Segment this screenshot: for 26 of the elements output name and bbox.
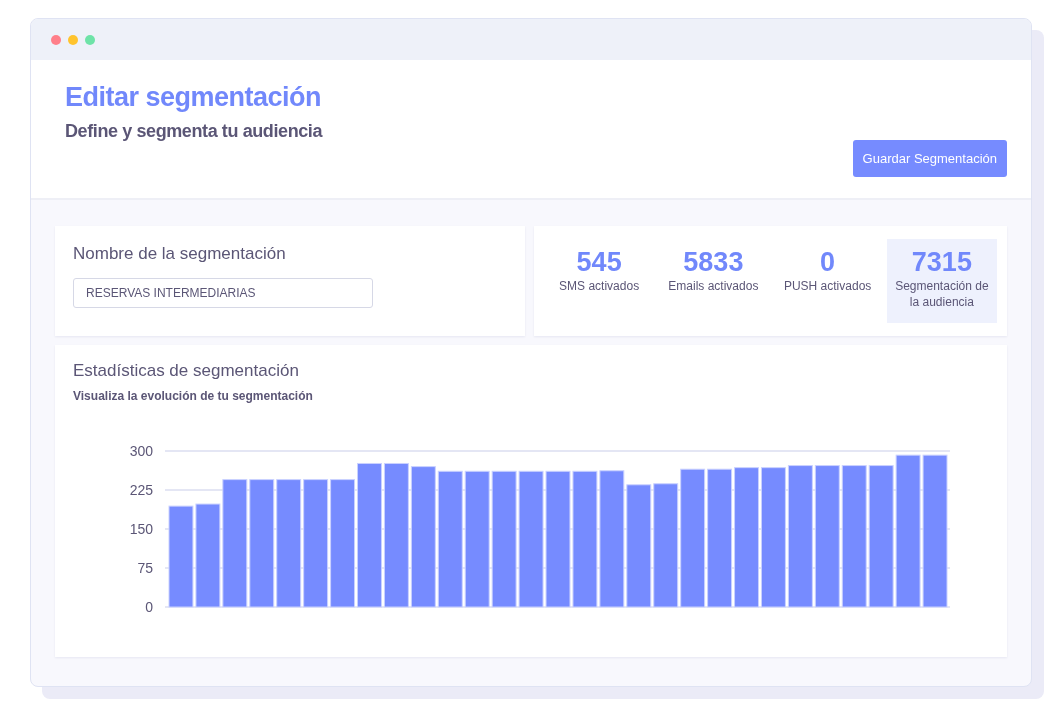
window-control-dot[interactable]: [51, 34, 61, 45]
stat-label: SMS activados: [559, 278, 640, 294]
axis-label: 225: [129, 482, 153, 498]
window-control-dot[interactable]: [68, 34, 78, 45]
stat-value: 0: [820, 247, 836, 278]
stat-tile[interactable]: 0 PUSH activados: [772, 239, 883, 323]
stat-label: Emails activados: [668, 278, 759, 294]
card-title: Nombre de la segmentación: [73, 244, 287, 264]
name-input-field[interactable]: RESERVAS INTERMEDIARIAS: [73, 278, 373, 308]
page-subtitle: Define y segmenta tu audiencia: [65, 121, 323, 142]
stat-tile[interactable]: 545 SMS activados: [544, 239, 655, 323]
stat-value: 5833: [683, 247, 744, 278]
axis-label: 150: [129, 521, 153, 537]
stat-label: PUSH activados: [783, 278, 872, 294]
stat-tile[interactable]: 7315 Segmentación de la audiencia: [886, 239, 997, 323]
stat-value: 545: [576, 247, 622, 278]
axis-label: 0: [145, 599, 153, 615]
page-title: Editar segmentación: [65, 82, 323, 113]
axis-label: 75: [137, 560, 153, 576]
card-title: Estadísticas de segmentación: [73, 361, 300, 381]
stat-value: 7315: [911, 247, 972, 278]
card-subtitle: Visualiza la evolución de tu segmentación: [73, 389, 314, 403]
stat-tile[interactable]: 5833 Emails activados: [658, 239, 769, 323]
window-control-dot[interactable]: [85, 34, 95, 45]
axis-label: 300: [129, 443, 153, 459]
stat-label: Segmentación de la audiencia: [894, 278, 990, 310]
